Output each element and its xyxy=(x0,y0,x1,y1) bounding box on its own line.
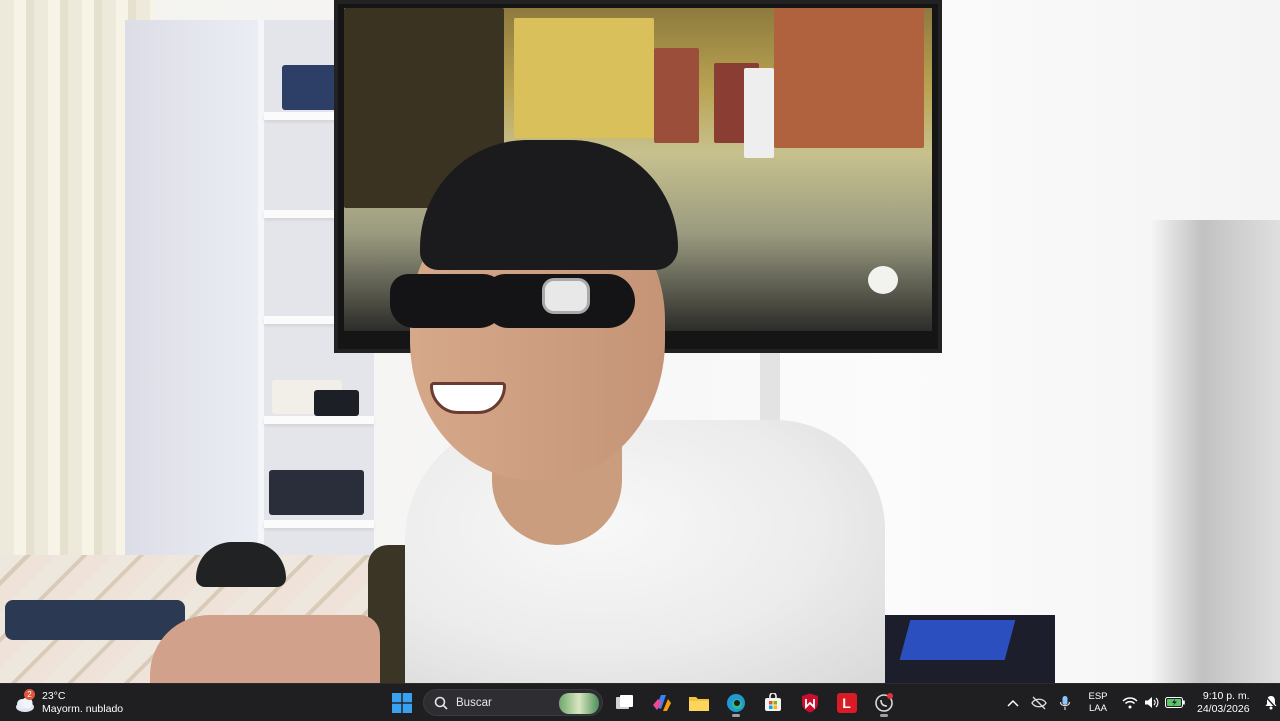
edge-button[interactable] xyxy=(720,687,751,718)
search-icon xyxy=(434,696,448,710)
microphone-button[interactable] xyxy=(1052,687,1078,718)
mcafee-shield-icon xyxy=(801,693,818,712)
eye-slash-icon xyxy=(1031,696,1047,709)
mcafee-button[interactable] xyxy=(794,687,825,718)
start-button[interactable] xyxy=(386,687,417,718)
cloud-icon: 2 xyxy=(14,689,36,714)
clock-time: 9:10 p. m. xyxy=(1202,689,1250,702)
weather-temperature: 23°C xyxy=(42,690,66,702)
webcam-feed xyxy=(0,0,1280,683)
clock-date: 24/03/2026 xyxy=(1197,702,1250,715)
microphone-icon xyxy=(1059,695,1071,710)
system-tray: ESP LAA 9:10 p. m. 24/03/2026 xyxy=(1000,686,1280,719)
sunglasses xyxy=(380,268,635,330)
taskbar: 2 23°C Mayorm. nublado Buscar L ESP LAA … xyxy=(0,683,1280,721)
whatsapp-button[interactable] xyxy=(868,687,899,718)
chevron-up-icon xyxy=(1007,699,1019,707)
edge-icon xyxy=(726,693,745,712)
notification-center-button[interactable] xyxy=(1258,687,1280,718)
blue-cloth xyxy=(5,600,185,640)
folder-icon xyxy=(688,696,709,711)
weather-widget[interactable]: 2 23°C Mayorm. nublado xyxy=(14,687,123,719)
l-app-button[interactable]: L xyxy=(831,687,862,718)
notifications-off-button[interactable] xyxy=(1026,687,1052,718)
door xyxy=(125,20,265,565)
wall-shadow xyxy=(1150,220,1280,683)
search-label: Buscar xyxy=(456,696,492,709)
windows-icon xyxy=(391,692,412,713)
battery-charging-icon xyxy=(1165,697,1185,708)
quick-settings-button[interactable] xyxy=(1118,687,1189,718)
whatsapp-icon xyxy=(874,692,893,712)
search-highlight-image xyxy=(559,693,599,714)
keyboard-layout-label: LAA xyxy=(1089,702,1107,714)
file-explorer-button[interactable] xyxy=(683,687,714,718)
weather-condition: Mayorm. nublado xyxy=(42,703,124,715)
blue-box xyxy=(899,620,1016,660)
bell-icon xyxy=(1265,696,1277,710)
input-language-button[interactable]: ESP LAA xyxy=(1078,687,1118,718)
search-box[interactable]: Buscar xyxy=(423,689,603,716)
weather-badge: 2 xyxy=(24,689,35,700)
language-label: ESP xyxy=(1088,690,1108,702)
copilot-icon xyxy=(652,694,671,711)
tv-light-dot xyxy=(868,266,898,294)
task-view-icon xyxy=(615,694,633,709)
microsoft-store-button[interactable] xyxy=(757,687,788,718)
person-arm xyxy=(150,615,380,683)
copilot-button[interactable] xyxy=(646,687,677,718)
volume-icon xyxy=(1145,697,1159,708)
store-icon xyxy=(764,692,781,711)
task-view-button[interactable] xyxy=(609,687,640,718)
wifi-icon xyxy=(1122,697,1138,709)
clock-button[interactable]: 9:10 p. m. 24/03/2026 xyxy=(1189,687,1258,718)
show-hidden-icons-button[interactable] xyxy=(1000,687,1026,718)
l-app-icon: L xyxy=(836,692,857,713)
